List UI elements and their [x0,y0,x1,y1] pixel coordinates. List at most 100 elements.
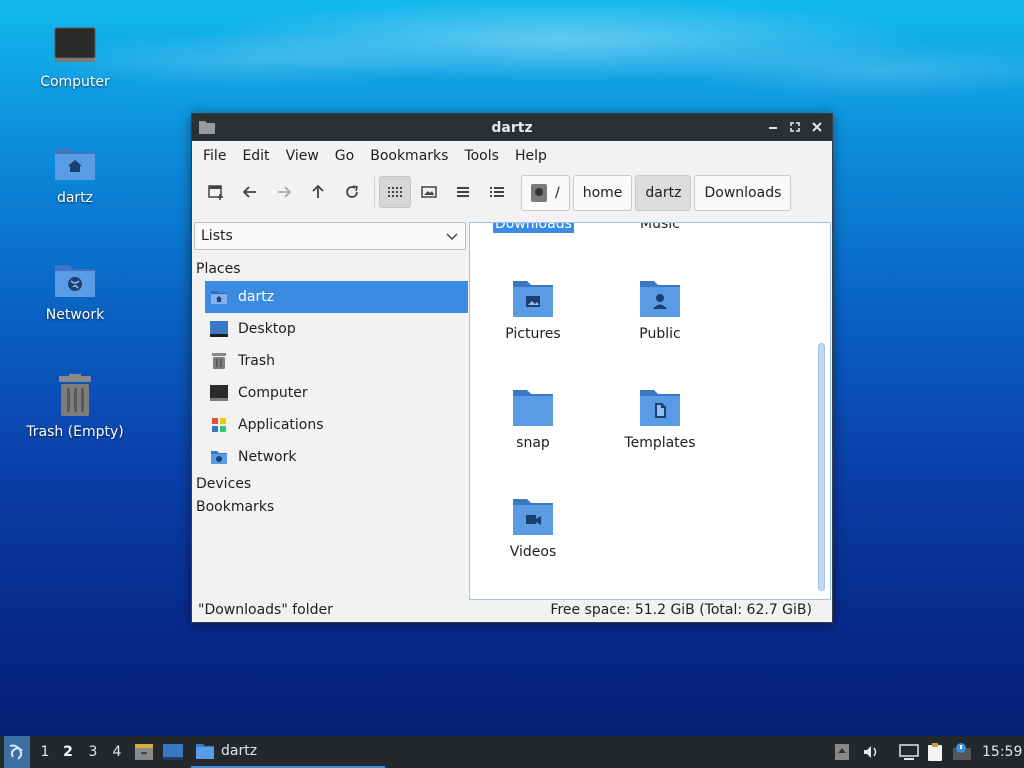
forward-button[interactable] [268,176,300,208]
workspace-4[interactable]: 4 [105,736,129,768]
folder-icon [199,120,215,138]
file-item-videos[interactable]: Videos [478,497,588,560]
file-view[interactable]: Downloads Music Pictures Public snap Tem… [469,222,831,600]
computer-icon [209,383,229,403]
back-button[interactable] [234,176,266,208]
minimize-button[interactable] [764,118,782,136]
workspace-1[interactable]: 1 [33,736,57,768]
path-crumb-dartz[interactable]: dartz [635,175,692,211]
network-folder-icon [209,447,229,467]
arrow-up-icon [312,184,324,198]
folder-icon [513,390,553,426]
workspace-2[interactable]: 2 [56,736,80,768]
file-item-downloads-label[interactable]: Downloads [493,223,574,233]
statusbar: "Downloads" folder Free space: 51.2 GiB … [192,598,832,622]
maximize-button[interactable] [786,118,804,136]
desktop-icon-label: Network [45,307,105,323]
desktop-icon-label: Trash (Empty) [26,424,124,440]
devices-heading[interactable]: Devices [196,476,251,492]
folder-icon [196,744,214,759]
trash-icon [209,351,229,371]
toolbar-separator [374,177,375,207]
places-heading[interactable]: Places [196,261,241,277]
clock[interactable]: 15:59 [982,736,1022,768]
network-folder-icon [51,255,99,303]
reload-button[interactable] [336,176,368,208]
thumbnail-view-button[interactable] [413,176,445,208]
network-status-button[interactable] [899,736,919,768]
sidebar-item-label: Computer [238,385,308,401]
videos-folder-icon [513,499,553,535]
tray-arrow-button[interactable] [834,736,850,768]
lxqt-logo-icon [9,744,23,760]
file-item-label: snap [516,435,550,451]
file-item-public[interactable]: Public [605,279,715,342]
sidebar-item-computer[interactable]: Computer [205,377,468,409]
applications-icon [209,415,229,435]
path-crumb-downloads[interactable]: Downloads [694,175,792,211]
start-menu-button[interactable] [4,736,30,768]
file-manager-window: dartz File Edit View Go Bookmarks Tools … [191,113,833,623]
path-crumb-label: / [555,185,560,201]
sidebar-item-label: Desktop [238,321,296,337]
detailed-view-button[interactable] [481,176,513,208]
file-item-label: Templates [624,435,696,451]
sidebar-item-applications[interactable]: Applications [205,409,468,441]
menu-go[interactable]: Go [327,148,362,164]
menu-view[interactable]: View [278,148,327,164]
menu-tools[interactable]: Tools [456,148,507,164]
desktop-icon-computer[interactable]: Computer [10,22,140,90]
desktop-icon-home[interactable]: dartz [10,138,140,206]
menu-file[interactable]: File [195,148,234,164]
bookmarks-heading[interactable]: Bookmarks [196,499,274,515]
arrow-left-icon [242,186,256,198]
sidebar-mode-select[interactable]: Lists [194,222,466,250]
grid-icon [388,187,402,197]
status-selection: "Downloads" folder [198,602,333,618]
desktop-icon-label: dartz [56,190,94,206]
titlebar[interactable]: dartz [192,114,832,141]
desktop-icon-label: Computer [40,74,110,90]
drive-icon [531,184,547,202]
file-item-snap[interactable]: snap [478,388,588,451]
menu-help[interactable]: Help [507,148,555,164]
file-item-pictures[interactable]: Pictures [478,279,588,342]
desktop-icon [163,744,183,760]
menu-edit[interactable]: Edit [234,148,277,164]
volume-button[interactable] [862,736,880,768]
sidebar-item-network[interactable]: Network [205,441,468,473]
sidebar-item-trash[interactable]: Trash [205,345,468,377]
tray-up-icon [835,744,849,760]
icon-view-button[interactable] [379,176,411,208]
clipboard-icon [928,743,942,761]
workspace-3[interactable]: 3 [81,736,105,768]
sidebar-item-desktop[interactable]: Desktop [205,313,468,345]
volume-icon [864,746,877,758]
taskbar: 1 2 3 4 dartz 15:59 [0,736,1024,768]
close-button[interactable] [808,118,826,136]
vertical-scrollbar[interactable] [818,343,825,591]
detailed-list-icon [490,187,504,197]
file-item-music-label[interactable]: Music [640,223,680,233]
desktop-icon-network[interactable]: Network [10,255,140,323]
minimize-icon [769,127,777,129]
new-tab-icon [208,185,223,200]
templates-folder-icon [640,390,680,426]
clipboard-button[interactable] [926,736,944,768]
update-notifier-button[interactable] [952,736,972,768]
sidebar-item-dartz[interactable]: dartz [205,281,468,313]
path-crumb-root[interactable]: / [521,175,570,211]
public-folder-icon [640,281,680,317]
menu-bookmarks[interactable]: Bookmarks [362,148,456,164]
desktop-icon-trash[interactable]: Trash (Empty) [10,372,140,440]
sidebar: Lists Places dartz Desktop Trash Compute… [193,221,469,603]
file-item-label: Videos [509,544,557,560]
path-crumb-home[interactable]: home [572,175,633,211]
up-button[interactable] [302,176,334,208]
file-item-templates[interactable]: Templates [605,388,715,451]
file-manager-launcher[interactable] [134,736,154,768]
show-desktop-button[interactable] [162,736,184,768]
new-tab-button[interactable] [200,176,232,208]
compact-view-button[interactable] [447,176,479,208]
taskbar-window-dartz[interactable]: dartz [191,736,385,768]
